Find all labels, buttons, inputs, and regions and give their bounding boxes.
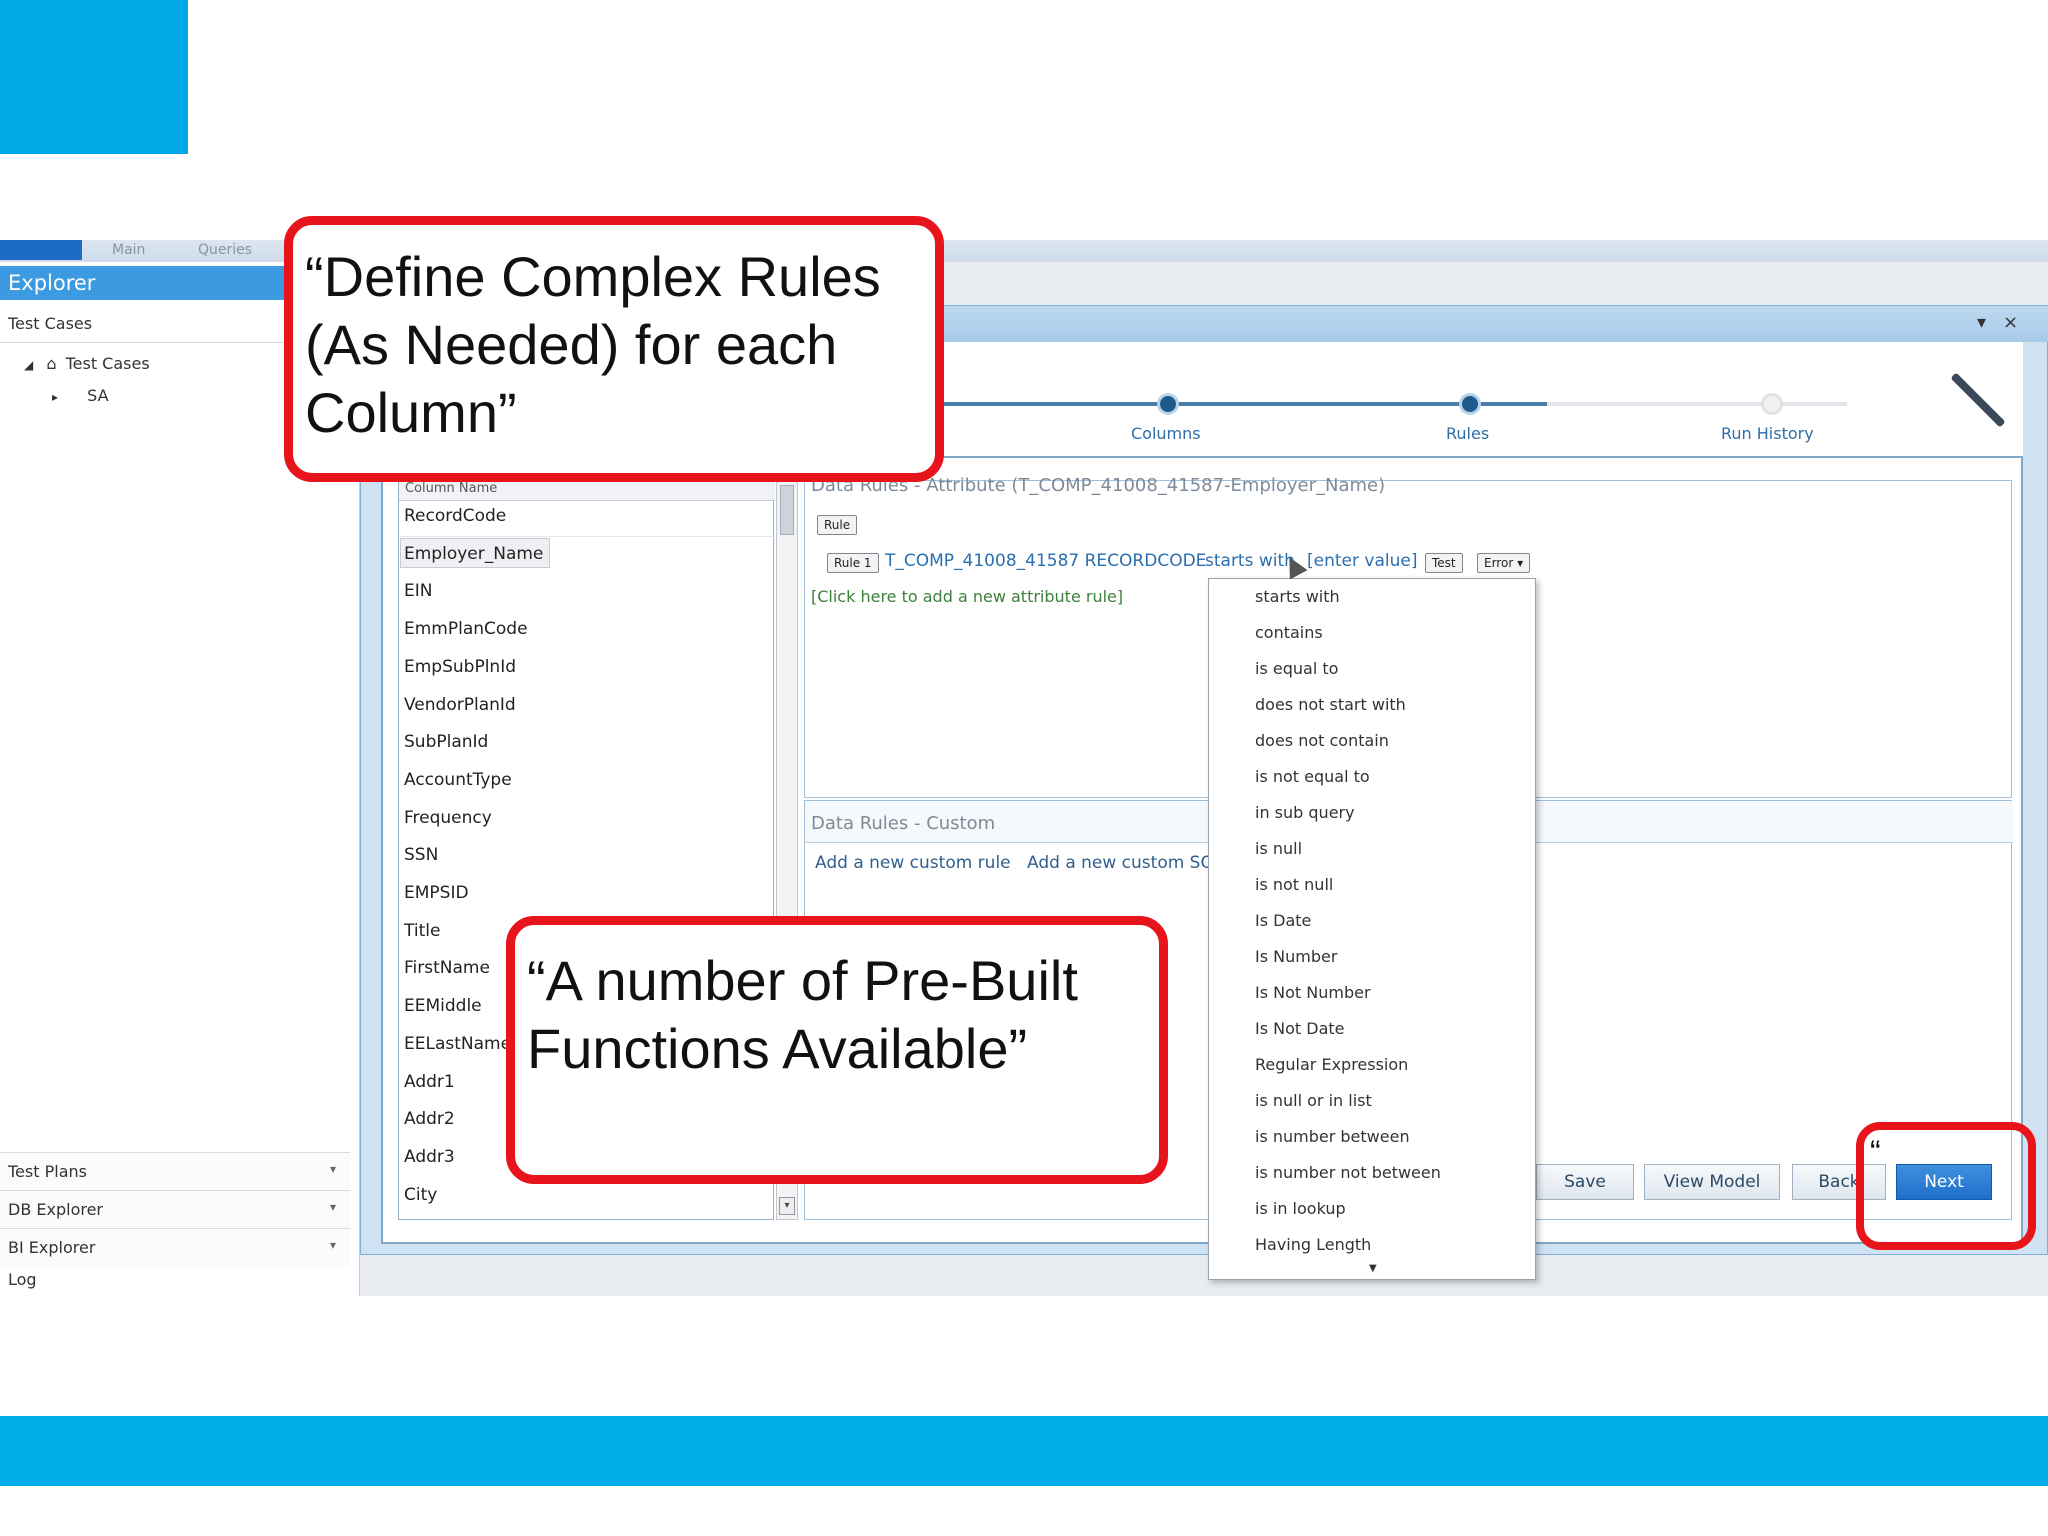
nav-test-plans[interactable]: Test Plans ▾ bbox=[0, 1152, 350, 1190]
operator-option[interactable]: is number not between bbox=[1255, 1163, 1441, 1182]
save-button[interactable]: Save bbox=[1536, 1164, 1634, 1200]
operator-option[interactable]: Is Number bbox=[1255, 947, 1337, 966]
chevron-down-icon: ▾ bbox=[1517, 556, 1524, 570]
column-item[interactable]: Addr2 bbox=[404, 1109, 455, 1129]
step-pending-line bbox=[1547, 402, 1847, 406]
ribbon-tab-main[interactable]: Main bbox=[112, 242, 145, 258]
bottom-band bbox=[0, 1416, 2048, 1486]
custom-rules-title: Data Rules - Custom bbox=[811, 813, 996, 834]
operator-option[interactable]: is null bbox=[1255, 839, 1302, 858]
ribbon-tab-queries[interactable]: Queries bbox=[198, 242, 252, 258]
step-label-run-history[interactable]: Run History bbox=[1721, 424, 1814, 443]
operator-option[interactable]: in sub query bbox=[1255, 803, 1355, 822]
operator-option[interactable]: Is Date bbox=[1255, 911, 1311, 930]
callout-next-button: “ bbox=[1856, 1122, 2036, 1250]
ribbon-file-tab[interactable] bbox=[0, 240, 82, 260]
operator-option[interactable]: Is Not Date bbox=[1255, 1019, 1345, 1038]
scrollbar-thumb[interactable] bbox=[780, 485, 794, 535]
tree-item-label: Test Cases bbox=[65, 354, 150, 373]
nav-bi-explorer[interactable]: BI Explorer ▾ bbox=[0, 1228, 350, 1266]
operator-option[interactable]: is in lookup bbox=[1255, 1199, 1346, 1218]
operator-option[interactable]: contains bbox=[1255, 623, 1323, 642]
callout-quote-mark: “ bbox=[1870, 1134, 1881, 1170]
callout-complex-rules-text: “Define Complex Rules (As Needed) for ea… bbox=[305, 245, 881, 444]
log-tab[interactable]: Log bbox=[8, 1270, 37, 1289]
nav-db-explorer[interactable]: DB Explorer ▾ bbox=[0, 1190, 350, 1228]
operator-option[interactable]: Regular Expression bbox=[1255, 1055, 1408, 1074]
nav-label: BI Explorer bbox=[8, 1238, 96, 1257]
column-item[interactable]: SubPlanId bbox=[404, 732, 488, 752]
operator-option[interactable]: is number between bbox=[1255, 1127, 1410, 1146]
collapse-arrow-icon[interactable]: ▸ bbox=[52, 390, 58, 404]
column-item[interactable]: Title bbox=[404, 921, 440, 941]
step-dot-run-history[interactable] bbox=[1761, 393, 1783, 415]
operator-option[interactable]: Is Not Number bbox=[1255, 983, 1371, 1002]
step-dot-rules[interactable] bbox=[1459, 393, 1481, 415]
severity-label: Error bbox=[1484, 556, 1514, 570]
column-item[interactable]: EELastName bbox=[404, 1034, 511, 1054]
tree-item-test-cases[interactable]: ◢ ⌂ Test Cases bbox=[24, 354, 150, 373]
callout-prebuilt-functions: “A number of Pre-Built Functions Availab… bbox=[506, 916, 1168, 1184]
column-item[interactable]: Employer_Name bbox=[404, 544, 543, 564]
column-list-header[interactable]: Column Name bbox=[399, 481, 775, 501]
step-label-rules[interactable]: Rules bbox=[1446, 424, 1489, 443]
column-item[interactable]: VendorPlanId bbox=[404, 695, 516, 715]
column-item[interactable]: EmpSubPlnId bbox=[404, 657, 516, 677]
nav-label: Test Plans bbox=[8, 1162, 87, 1181]
operator-option[interactable]: Having Length bbox=[1255, 1235, 1371, 1254]
column-item[interactable]: Addr1 bbox=[404, 1072, 455, 1092]
chevron-down-icon: ▾ bbox=[329, 1200, 336, 1214]
column-item[interactable]: City bbox=[404, 1185, 437, 1205]
operator-option[interactable]: is equal to bbox=[1255, 659, 1338, 678]
scroll-down-icon[interactable]: ▾ bbox=[779, 1197, 795, 1215]
operator-option[interactable]: is not equal to bbox=[1255, 767, 1370, 786]
operator-dropdown-menu: starts with contains is equal to does not s… bbox=[1208, 578, 1536, 1280]
add-attribute-rule-link[interactable]: [Click here to add a new attribute rule] bbox=[811, 587, 1123, 606]
scroll-more-icon[interactable]: ▼ bbox=[1369, 1263, 1377, 1274]
add-custom-rule-link[interactable]: Add a new custom rule bbox=[815, 853, 1011, 873]
nav-label: DB Explorer bbox=[8, 1200, 103, 1219]
operator-option[interactable]: is null or in list bbox=[1255, 1091, 1372, 1110]
test-button[interactable]: Test bbox=[1425, 553, 1463, 573]
callout-complex-rules: “Define Complex Rules (As Needed) for ea… bbox=[284, 216, 944, 482]
rule-tag[interactable]: Rule 1 bbox=[827, 553, 879, 573]
step-progress-line bbox=[941, 402, 1547, 406]
magic-wand-icon bbox=[1950, 372, 2006, 428]
explorer-subtitle: Test Cases bbox=[8, 314, 93, 333]
rule-field-link[interactable]: T_COMP_41008_41587 RECORDCODE bbox=[885, 551, 1206, 571]
column-item[interactable]: Frequency bbox=[404, 808, 492, 828]
column-item[interactable]: Addr3 bbox=[404, 1147, 455, 1167]
column-item[interactable]: SSN bbox=[404, 845, 438, 865]
add-rule-button[interactable]: Rule bbox=[817, 515, 858, 535]
column-item[interactable]: EmmPlanCode bbox=[404, 619, 528, 639]
operator-option[interactable]: starts with bbox=[1255, 587, 1340, 606]
add-custom-sql-link[interactable]: Add a new custom SQ bbox=[1027, 853, 1214, 873]
operator-option[interactable]: does not start with bbox=[1255, 695, 1406, 714]
column-item[interactable]: EMPSID bbox=[404, 883, 469, 903]
expand-arrow-icon[interactable]: ◢ bbox=[24, 358, 33, 372]
accent-square bbox=[0, 0, 188, 154]
tree-item-label: SA bbox=[87, 386, 109, 405]
step-dot-columns[interactable] bbox=[1157, 393, 1179, 415]
view-model-button[interactable]: View Model bbox=[1644, 1164, 1780, 1200]
home-icon: ⌂ bbox=[46, 354, 57, 373]
column-item[interactable]: EIN bbox=[404, 581, 432, 601]
step-label-columns[interactable]: Columns bbox=[1131, 424, 1201, 443]
operator-option[interactable]: is not null bbox=[1255, 875, 1333, 894]
column-item[interactable]: FirstName bbox=[404, 958, 490, 978]
column-item[interactable]: EEMiddle bbox=[404, 996, 482, 1016]
chevron-down-icon: ▾ bbox=[329, 1238, 336, 1252]
close-icon[interactable]: × bbox=[2003, 312, 2018, 333]
operator-option[interactable]: does not contain bbox=[1255, 731, 1389, 750]
column-item[interactable]: RecordCode bbox=[404, 506, 506, 526]
rule-value-link[interactable]: [enter value] bbox=[1307, 551, 1417, 571]
tree-item-sa[interactable]: ▸ SA bbox=[52, 386, 109, 405]
column-item[interactable]: AccountType bbox=[404, 770, 512, 790]
severity-dropdown[interactable]: Error ▾ bbox=[1477, 553, 1531, 573]
pin-icon[interactable]: ▾ bbox=[1977, 312, 1986, 333]
callout-prebuilt-functions-text: “A number of Pre-Built Functions Availab… bbox=[527, 949, 1078, 1080]
chevron-down-icon: ▾ bbox=[329, 1162, 336, 1176]
